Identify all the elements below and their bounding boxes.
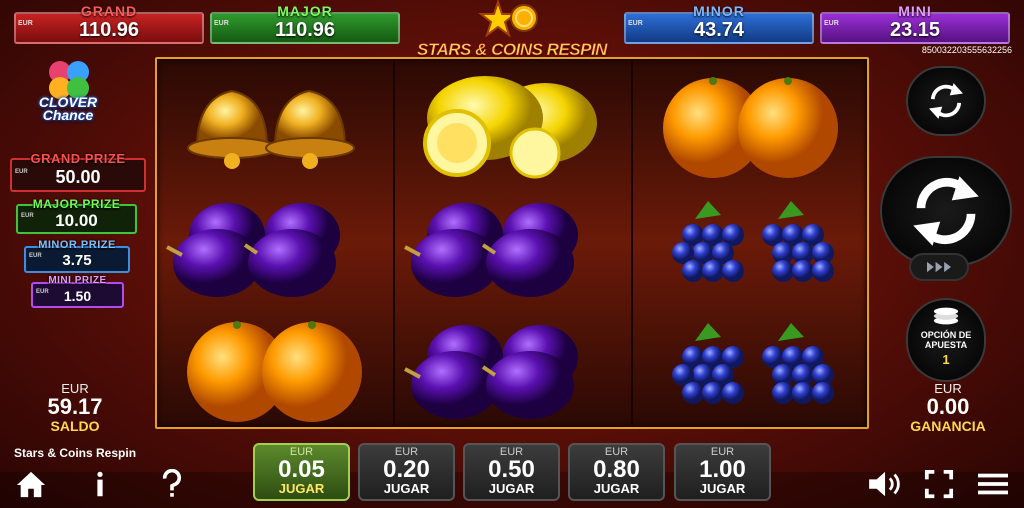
win-label: GANANCIA	[910, 418, 986, 434]
jackpot-major-label: MAJOR	[277, 3, 333, 19]
jackpot-minor-value: 43.74	[693, 19, 745, 41]
bet-option-value: 1	[942, 352, 950, 367]
symbol-plums	[395, 185, 631, 305]
mini-prize-label: MINI PRIZE	[48, 275, 107, 286]
minor-prize-label: MINOR PRIZE	[38, 239, 116, 251]
lemons-icon	[423, 76, 597, 179]
bet-button-value: 0.05	[278, 456, 325, 483]
jackpot-grand-value: 110.96	[78, 19, 140, 41]
bells-icon	[187, 89, 355, 169]
jackpot-minor-label: MINOR	[693, 3, 745, 19]
bet-option-button[interactable]: OPCIÓN DE APUESTA 1	[906, 298, 986, 382]
oranges-icon	[663, 77, 838, 178]
balance-label: SALDO	[50, 418, 100, 434]
clover-logo-line2: Chance	[42, 107, 94, 123]
balance-display: EUR 59.17 SALDO	[20, 381, 130, 434]
bet-button-0[interactable]: EUR 0.05 JUGAR	[253, 443, 350, 501]
fast-forward-icon	[927, 261, 951, 273]
turbo-button[interactable]	[909, 253, 969, 281]
fullscreen-icon	[924, 469, 954, 499]
bet-button-3[interactable]: EUR 0.80 JUGAR	[568, 443, 665, 501]
mini-prize-box: MINI PRIZE EUR 1.50	[31, 275, 124, 308]
symbol-grapes	[633, 185, 869, 305]
jackpot-grand-label: GRAND	[80, 3, 138, 19]
autoplay-button[interactable]	[906, 66, 986, 136]
grapes-icon	[672, 201, 834, 282]
jackpot-minor: MINOR EUR 43.74	[624, 3, 814, 44]
home-icon	[16, 471, 46, 498]
bet-button-2[interactable]: EUR 0.50 JUGAR	[463, 443, 560, 501]
coins-icon	[933, 307, 959, 325]
game-name: Stars & Coins Respin	[14, 446, 137, 460]
balance-amount: 59.17	[47, 394, 103, 419]
info-button[interactable]	[88, 468, 112, 500]
symbol-oranges	[633, 63, 869, 183]
reel-1	[157, 59, 393, 427]
home-button[interactable]	[12, 468, 50, 500]
symbol-grapes	[633, 307, 869, 427]
bet-button-4[interactable]: EUR 1.00 JUGAR	[674, 443, 771, 501]
symbol-plums	[157, 185, 393, 305]
jackpot-major-value: 110.96	[274, 19, 336, 41]
mini-prize-value: 1.50	[63, 288, 92, 304]
plums-icon	[166, 203, 340, 297]
oranges-icon	[187, 321, 362, 422]
stars-coins-logo-icon	[478, 0, 538, 38]
sound-button[interactable]	[866, 468, 906, 500]
jackpot-mini-label: MINI	[898, 3, 932, 19]
autoplay-icon	[929, 83, 963, 119]
bet-button-value: 1.00	[699, 456, 746, 483]
bet-option-label-line1: OPCIÓN DE	[920, 330, 972, 340]
info-icon	[97, 471, 103, 497]
game-round-id: 850032203555632256	[921, 45, 1012, 55]
jackpot-mini-value: 23.15	[889, 19, 941, 41]
symbol-bells	[157, 63, 393, 183]
bet-button-1[interactable]: EUR 0.20 JUGAR	[358, 443, 455, 501]
jackpot-grand: GRAND EUR 110.96	[14, 3, 204, 44]
bet-button-action: JUGAR	[278, 481, 325, 496]
speaker-icon	[869, 471, 900, 497]
minor-prize-box: MINOR PRIZE EUR 3.75	[24, 239, 130, 273]
bet-option-label: OPCIÓN DE APUESTA	[908, 330, 984, 350]
plums-icon	[404, 203, 578, 297]
menu-button[interactable]	[974, 468, 1012, 500]
reel-2	[395, 59, 631, 427]
win-amount: 0.00	[926, 394, 970, 419]
reels-area[interactable]	[155, 57, 869, 429]
clover-chance-logo: CLOVER Chance	[18, 95, 118, 123]
bet-button-action: JUGAR	[593, 481, 640, 496]
major-prize-box: MAJOR PRIZE EUR 10.00	[16, 197, 137, 234]
grand-prize-label: GRAND PRIZE	[30, 151, 126, 166]
jackpot-major: MAJOR EUR 110.96	[210, 3, 400, 44]
grapes-icon	[672, 323, 834, 404]
bet-button-value: 0.50	[488, 456, 535, 483]
bet-button-value: 0.80	[593, 456, 640, 483]
bet-button-action: JUGAR	[383, 481, 430, 496]
grand-prize-box: GRAND PRIZE EUR 50.00	[10, 151, 146, 192]
major-prize-label: MAJOR PRIZE	[32, 197, 121, 211]
question-icon	[162, 469, 182, 497]
bet-option-label-line2: APUESTA	[924, 340, 968, 350]
bet-button-value: 0.20	[383, 456, 430, 483]
grand-prize-value: 50.00	[55, 167, 101, 187]
hamburger-icon	[978, 473, 1008, 495]
jackpot-mini: MINI EUR 23.15	[820, 3, 1010, 44]
major-prize-value: 10.00	[55, 211, 98, 230]
win-display: EUR 0.00 GANANCIA	[890, 381, 1006, 434]
bet-button-action: JUGAR	[488, 481, 535, 496]
minor-prize-value: 3.75	[62, 252, 92, 269]
spin-icon	[913, 176, 979, 246]
reel-3	[633, 59, 869, 427]
symbol-oranges	[157, 307, 393, 427]
bet-button-action: JUGAR	[699, 481, 746, 496]
symbol-lemons	[395, 63, 631, 183]
spin-button[interactable]	[880, 156, 1012, 266]
help-button[interactable]	[158, 468, 186, 500]
fullscreen-button[interactable]	[922, 468, 956, 500]
symbol-plums	[395, 307, 631, 427]
plums-icon	[404, 325, 578, 419]
